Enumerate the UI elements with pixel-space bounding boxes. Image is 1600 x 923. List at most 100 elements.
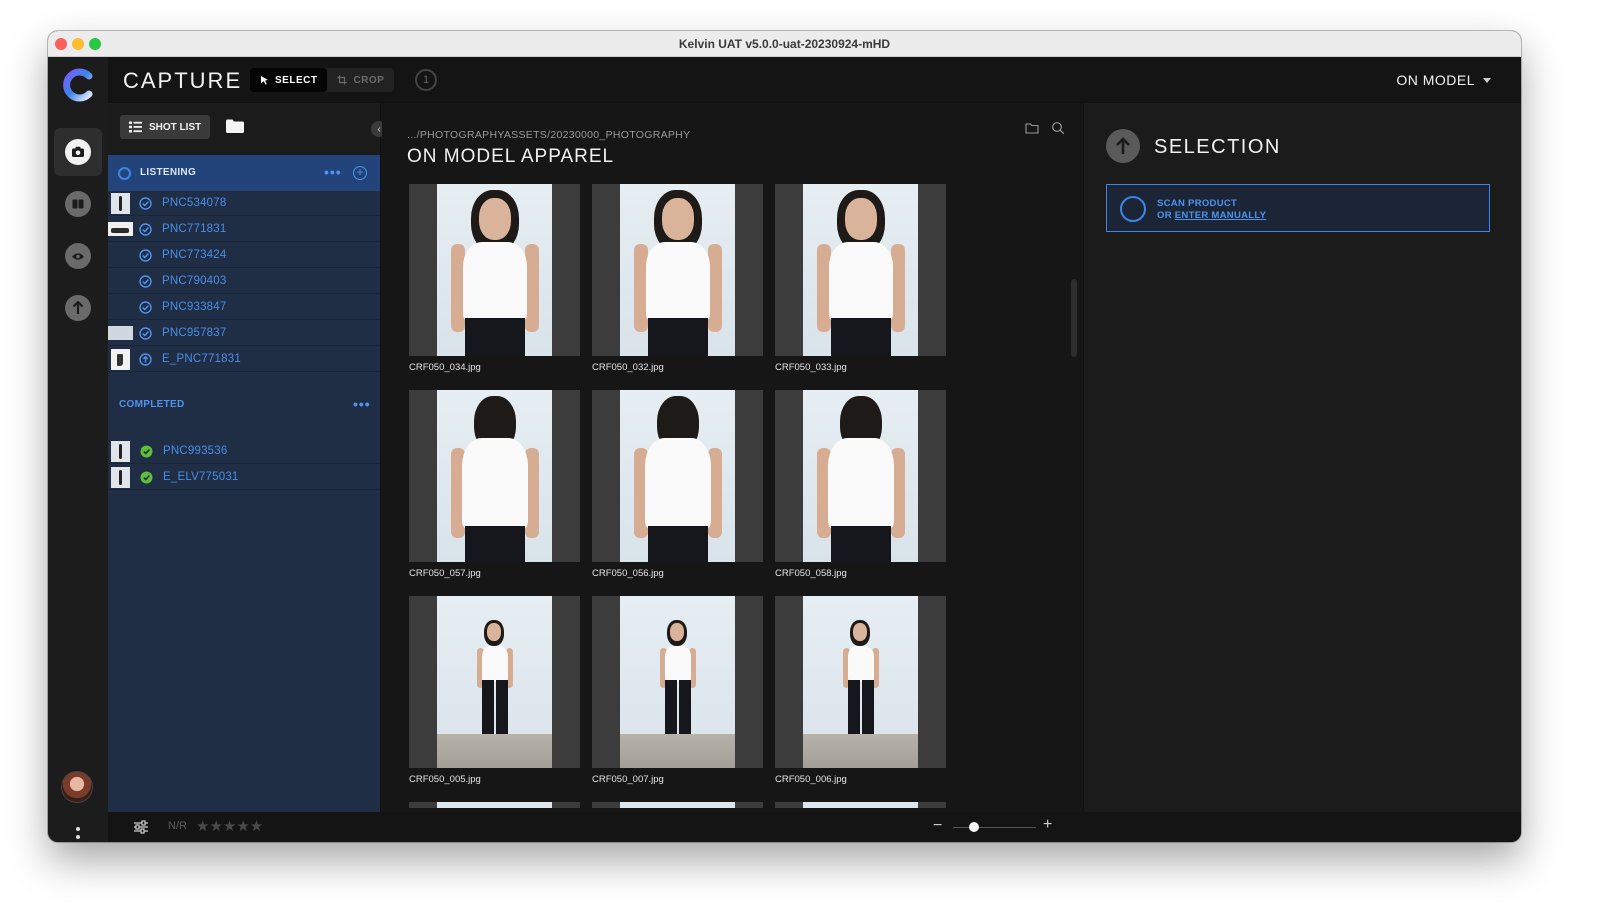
image-filename: CRF050_057.jpg — [409, 568, 481, 579]
check-circle-icon — [139, 327, 152, 340]
user-avatar[interactable] — [61, 771, 93, 803]
search-icon[interactable] — [1051, 121, 1065, 135]
add-shot-button[interactable]: + — [353, 166, 367, 180]
gallery-panel: .../PHOTOGRAPHYASSETS/20230000_PHOTOGRAP… — [382, 103, 1082, 812]
shot-list-header: SHOT LIST ‹ — [108, 103, 387, 155]
image-tile[interactable]: CRF050_057.jpg — [409, 390, 580, 579]
image-frame — [592, 390, 763, 562]
review-nav-button[interactable] — [54, 232, 102, 280]
photo-thumbnail — [437, 184, 552, 356]
item-label: PNC957837 — [162, 327, 227, 339]
image-filename: CRF050_033.jpg — [775, 362, 847, 373]
bottom-bar: N/R ★★★★★ − + — [108, 812, 1521, 842]
item-label: PNC771831 — [162, 223, 227, 235]
library-nav-button[interactable] — [54, 180, 102, 228]
image-filename: CRF050_032.jpg — [592, 362, 664, 373]
completed-section-header[interactable]: COMPLETED ••• — [108, 390, 380, 420]
image-tile-partial[interactable] — [409, 802, 580, 808]
photo-thumbnail — [803, 596, 918, 768]
image-frame — [775, 390, 946, 562]
list-item[interactable]: PNC790403 — [108, 269, 380, 294]
image-tile[interactable]: CRF050_006.jpg — [775, 596, 946, 785]
photo-thumbnail — [437, 596, 552, 768]
image-tile-partial[interactable] — [775, 802, 946, 808]
shot-list-label: SHOT LIST — [149, 121, 202, 133]
listening-label: LISTENING — [140, 167, 197, 178]
selection-panel: SELECTION SCAN PRODUCT OR ENTER MANUALLY — [1083, 103, 1521, 812]
more-vertical-icon[interactable] — [76, 827, 80, 842]
enter-manually-link[interactable]: ENTER MANUALLY — [1175, 210, 1266, 221]
item-thumbnail — [108, 222, 133, 236]
list-item[interactable]: PNC933847 — [108, 295, 380, 320]
scan-spinner-icon — [1120, 196, 1146, 222]
camera-icon — [65, 139, 91, 165]
chevron-down-icon — [1483, 77, 1491, 83]
list-item[interactable]: E_ELV775031 — [108, 465, 380, 490]
tool-toggle-group: SELECT CROP — [250, 68, 395, 92]
image-frame — [592, 184, 763, 356]
photo-thumbnail — [437, 802, 552, 808]
item-thumbnail — [108, 326, 133, 340]
rating-label: N/R — [168, 820, 187, 832]
page-title: CAPTURE — [123, 68, 243, 93]
scan-product-label: SCAN PRODUCT — [1157, 198, 1238, 209]
image-tile[interactable]: CRF050_032.jpg — [592, 184, 763, 373]
item-label: PNC933847 — [162, 301, 227, 313]
check-circle-icon — [139, 197, 152, 210]
selection-count-badge: 1 — [415, 69, 437, 91]
app-window: Kelvin UAT v5.0.0-uat-20230924-mHD CAPTU… — [48, 31, 1521, 842]
image-filename: CRF050_005.jpg — [409, 774, 481, 785]
shot-list-panel: SHOT LIST ‹ LISTENING ••• + PNC534078 PN… — [108, 103, 387, 812]
zoom-in-button[interactable]: + — [1043, 816, 1052, 834]
sliders-icon[interactable] — [133, 820, 149, 834]
folder-icon[interactable] — [226, 119, 244, 133]
image-frame — [409, 390, 580, 562]
list-item[interactable]: PNC773424 — [108, 243, 380, 268]
eye-icon — [65, 243, 91, 269]
selection-title: SELECTION — [1154, 136, 1281, 158]
upload-arrow-icon — [65, 295, 91, 321]
image-tile-partial[interactable] — [592, 802, 763, 808]
upload-arrow-icon[interactable] — [1106, 129, 1140, 163]
image-frame — [592, 596, 763, 768]
capture-nav-button[interactable] — [54, 128, 102, 176]
list-item[interactable]: PNC534078 — [108, 191, 380, 216]
list-item[interactable]: PNC993536 — [108, 439, 380, 464]
list-item[interactable]: E_PNC771831 — [108, 347, 380, 372]
gallery-scrollbar[interactable] — [1071, 279, 1077, 357]
upload-nav-button[interactable] — [54, 284, 102, 332]
completed-more-icon[interactable]: ••• — [353, 397, 371, 411]
item-label: E_ELV775031 — [163, 471, 239, 483]
check-circle-icon — [139, 223, 152, 236]
listening-more-icon[interactable]: ••• — [324, 165, 342, 179]
image-tile[interactable]: CRF050_005.jpg — [409, 596, 580, 785]
shot-list-button[interactable]: SHOT LIST — [120, 115, 211, 139]
list-item[interactable]: PNC771831 — [108, 217, 380, 242]
folder-outline-icon[interactable] — [1025, 121, 1039, 135]
image-tile[interactable]: CRF050_034.jpg — [409, 184, 580, 373]
crop-tool-button[interactable]: CROP — [327, 68, 394, 92]
scan-alt-text: OR ENTER MANUALLY — [1157, 210, 1266, 221]
gallery-title: ON MODEL APPAREL — [407, 146, 615, 167]
image-tile[interactable]: CRF050_007.jpg — [592, 596, 763, 785]
listening-section-header[interactable]: LISTENING ••• + — [108, 155, 380, 191]
mode-dropdown[interactable]: ON MODEL — [1396, 72, 1491, 88]
star-rating[interactable]: ★★★★★ — [196, 817, 263, 835]
check-done-icon — [140, 471, 153, 484]
zoom-slider-track[interactable] — [953, 827, 1036, 828]
image-filename: CRF050_034.jpg — [409, 362, 481, 373]
app-logo-icon[interactable] — [60, 67, 96, 103]
window-title: Kelvin UAT v5.0.0-uat-20230924-mHD — [678, 37, 891, 51]
zoom-slider-handle[interactable] — [968, 822, 979, 832]
cursor-icon — [261, 76, 268, 85]
crop-icon — [337, 75, 347, 85]
select-tool-button[interactable]: SELECT — [250, 68, 328, 92]
image-tile[interactable]: CRF050_033.jpg — [775, 184, 946, 373]
image-tile[interactable]: CRF050_056.jpg — [592, 390, 763, 579]
scan-or-label: OR — [1157, 210, 1175, 221]
image-tile[interactable]: CRF050_058.jpg — [775, 390, 946, 579]
zoom-out-button[interactable]: − — [933, 817, 942, 835]
item-label: E_PNC771831 — [162, 353, 241, 365]
scan-product-box[interactable]: SCAN PRODUCT OR ENTER MANUALLY — [1106, 184, 1490, 232]
list-item[interactable]: PNC957837 — [108, 321, 380, 346]
